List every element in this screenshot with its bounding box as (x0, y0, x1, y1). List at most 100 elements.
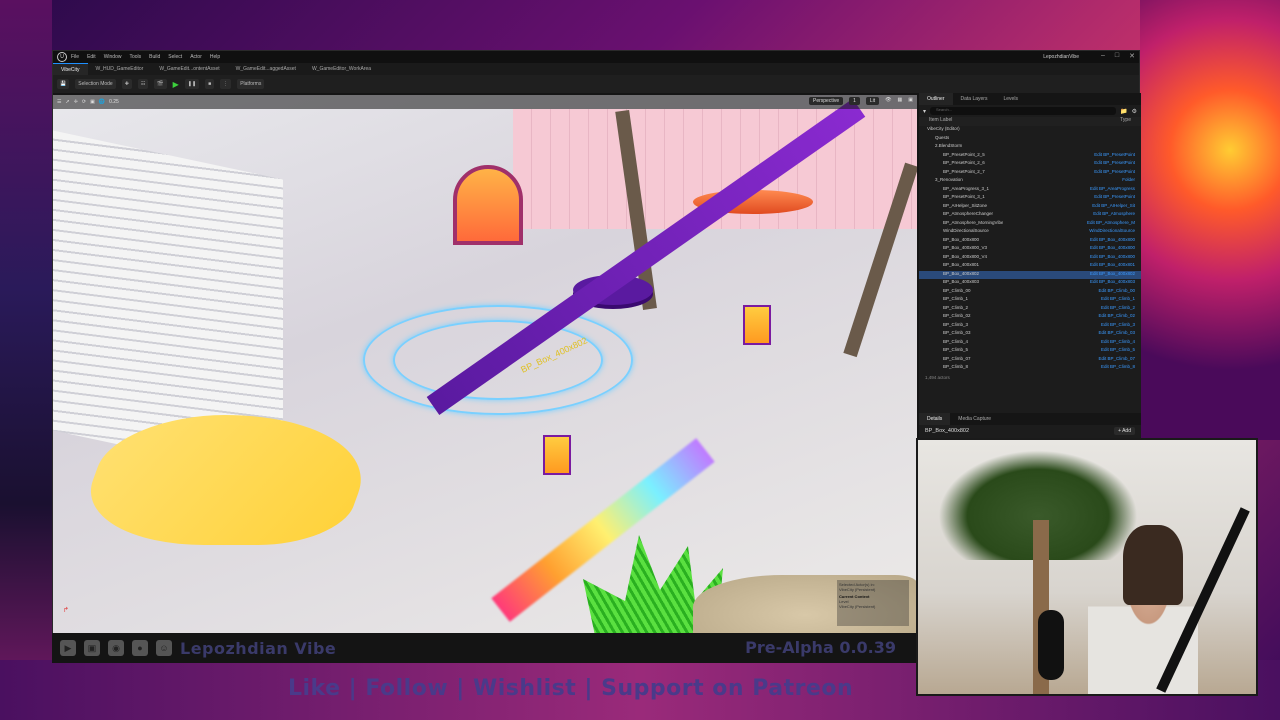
menu-tools[interactable]: Tools (129, 54, 141, 60)
menu-file[interactable]: File (71, 54, 79, 60)
tab-hud-editor[interactable]: W_HUD_GameEditor (88, 63, 152, 75)
rotate-tool-icon[interactable]: ⟳ (82, 99, 86, 105)
outliner-row-type[interactable]: Edit BP_Climb_00 (1098, 288, 1135, 297)
add-folder-icon[interactable]: 📁 (1120, 108, 1127, 115)
outliner-row[interactable]: BP_Climb_3 Edit BP_Climb_3 (919, 322, 1141, 331)
outliner-row-type[interactable]: Edit BP_Climb_1 (1101, 296, 1135, 305)
menu-help[interactable]: Help (210, 54, 220, 60)
add-actor-icon[interactable]: ✚ (121, 79, 132, 89)
outliner-row-type[interactable]: Edit BP_Climb_3 (1101, 322, 1135, 331)
pause-icon[interactable]: ❚❚ (184, 79, 200, 89)
outliner-row[interactable]: BP_PresetPoint_2_5 Edit BP_PresetPoint (919, 152, 1141, 161)
outliner-row[interactable]: BP_Climb_5 Edit BP_Climb_5 (919, 347, 1141, 356)
tab-work-area[interactable]: W_GameEditor_WorkArea (304, 63, 379, 75)
stop-icon[interactable]: ■ (205, 79, 215, 89)
details-actor-name[interactable]: BP_Box_400x802 (925, 428, 969, 434)
scale-tool-icon[interactable]: ▣ (90, 99, 95, 105)
snap-value[interactable]: 0.25 (109, 99, 119, 105)
outliner-row[interactable]: BP_AreaProgress_3_1 Edit BP_AreaProgress (919, 186, 1141, 195)
outliner-row[interactable]: BP_Box_400x802 Edit BP_Box_400x802 (919, 270, 1141, 280)
outliner-row[interactable]: Quests (919, 135, 1141, 144)
tab-outliner[interactable]: Outliner (919, 93, 953, 105)
outliner-row-type[interactable]: Edit BP_Climb_5 (1101, 347, 1135, 356)
save-icon[interactable]: 💾 (57, 79, 70, 89)
menu-window[interactable]: Window (104, 54, 122, 60)
outliner-row[interactable]: BP_Box_400x801 Edit BP_Box_400x801 (919, 262, 1141, 271)
type-header[interactable]: Type (1120, 117, 1131, 126)
perspective-dropdown[interactable]: Perspective (808, 97, 844, 105)
maximize-icon[interactable]: □ (1115, 52, 1119, 60)
blueprint-icon[interactable]: ☷ (137, 79, 149, 89)
outliner-row-type[interactable]: Edit BP_PresetPoint (1094, 160, 1135, 169)
play-options-icon[interactable]: ⋮ (220, 79, 232, 89)
tab-media-capture[interactable]: Media Capture (950, 413, 999, 425)
outliner-row-type[interactable]: Edit BP_Box_400x801 (1090, 262, 1135, 271)
play-icon[interactable]: ▶ (173, 80, 179, 89)
outliner-row[interactable]: BP_Climb_07 Edit BP_Climb_07 (919, 356, 1141, 365)
level-value[interactable]: VibeCity (Persistent) (839, 604, 907, 609)
level-viewport[interactable]: BP_Box_400x802 ☰ ➚ ✛ ⟳ ▣ 🌐 0.25 Perspect… (53, 95, 917, 634)
outliner-row-type[interactable]: Edit BP_AreaProgress (1090, 186, 1135, 195)
outliner-row-type[interactable]: Edit BP_Box_400x800 (1090, 237, 1135, 246)
outliner-row[interactable]: VibeCity (Editor) (919, 126, 1141, 135)
outliner-row[interactable]: BP_AIHelper_SitZone Edit BP_AIHelper_Sit (919, 203, 1141, 212)
selected-pillar[interactable] (543, 435, 571, 475)
item-label-header[interactable]: Item Label (929, 117, 952, 126)
outliner-row[interactable]: WindDirectionalSource WindDirectionalSour… (919, 228, 1141, 237)
outliner-row-type[interactable]: Edit BP_Climb_2 (1101, 305, 1135, 314)
outliner-row[interactable]: BP_Box_400x800_V3 Edit BP_Box_400x800 (919, 245, 1141, 254)
filter-icon[interactable]: ▾ (923, 108, 926, 115)
outliner-row-type[interactable]: WindDirectionalSource (1089, 228, 1135, 237)
minimize-icon[interactable]: – (1101, 52, 1105, 60)
outliner-row[interactable]: BP_AtmosphereChanger Edit BP_Atmosphere (919, 211, 1141, 220)
outliner-row[interactable]: 2.BlendStorm (919, 143, 1141, 152)
outliner-row-type[interactable]: Edit BP_Climb_03 (1098, 330, 1135, 339)
outliner-row[interactable]: BP_Climb_4 Edit BP_Climb_4 (919, 339, 1141, 348)
tab-tagged-asset[interactable]: W_GameEdit...aggedAsset (228, 63, 304, 75)
outliner-row[interactable]: BP_Climb_2 Edit BP_Climb_2 (919, 305, 1141, 314)
tab-details[interactable]: Details (919, 413, 951, 425)
tab-vibecity[interactable]: VibeCity (53, 63, 88, 75)
outliner-row[interactable]: BP_Atmosphere_MorningVibe Edit BP_Atmosph… (919, 220, 1141, 229)
outliner-row-type[interactable]: Edit BP_PresetPoint (1094, 152, 1135, 161)
unreal-logo-icon[interactable]: U (57, 52, 67, 62)
outliner-row-type[interactable]: Edit BP_PresetPoint (1094, 194, 1135, 203)
outliner-row[interactable]: BP_Box_400x800_V4 Edit BP_Box_400x800 (919, 254, 1141, 263)
settings-icon[interactable]: ⚙ (1132, 108, 1137, 115)
outliner-row[interactable]: BP_PresetPoint_3_1 Edit BP_PresetPoint (919, 194, 1141, 203)
menu-build[interactable]: Build (149, 54, 160, 60)
outliner-row-type[interactable]: Edit BP_Box_400x803 (1090, 279, 1135, 288)
lit-dropdown[interactable]: Lit (865, 97, 880, 105)
outliner-row[interactable]: BP_PresetPoint_2_7 Edit BP_PresetPoint (919, 169, 1141, 178)
outliner-row[interactable]: BP_Climb_00 Edit BP_Climb_00 (919, 288, 1141, 297)
outliner-row-type[interactable]: Edit BP_PresetPoint (1094, 169, 1135, 178)
outliner-row-type[interactable]: Edit BP_Climb_02 (1098, 313, 1135, 322)
outliner-row[interactable]: BP_Climb_03 Edit BP_Climb_03 (919, 330, 1141, 339)
outliner-row[interactable]: BP_Box_400x803 Edit BP_Box_400x803 (919, 279, 1141, 288)
menu-select[interactable]: Select (168, 54, 182, 60)
outliner-row[interactable]: BP_Climb_02 Edit BP_Climb_02 (919, 313, 1141, 322)
platforms-dropdown[interactable]: Platforms (237, 79, 265, 89)
outliner-row-type[interactable]: Edit BP_Climb_07 (1098, 356, 1135, 365)
close-icon[interactable]: ✕ (1129, 52, 1135, 60)
cinematics-icon[interactable]: 🎬 (154, 79, 167, 89)
outliner-row[interactable]: BP_PresetPoint_2_6 Edit BP_PresetPoint (919, 160, 1141, 169)
select-tool-icon[interactable]: ➚ (65, 99, 69, 105)
menu-edit[interactable]: Edit (87, 54, 96, 60)
grid-icon[interactable]: ▦ (898, 97, 903, 105)
outliner-row-type[interactable]: Edit BP_Atmosphere_M (1087, 220, 1135, 229)
add-component-button[interactable]: + Add (1114, 427, 1135, 435)
selection-mode-dropdown[interactable]: Selection Mode (75, 79, 116, 89)
maximize-viewport-icon[interactable]: ▣ (908, 97, 913, 105)
outliner-row-type[interactable]: Edit BP_Box_400x800 (1090, 245, 1135, 254)
outliner-search-input[interactable]: Search... (930, 107, 1117, 115)
outliner-row-type[interactable]: Edit BP_Box_400x802 (1090, 271, 1135, 280)
move-tool-icon[interactable]: ✛ (74, 99, 78, 105)
outliner-row-type[interactable]: Folder (1122, 177, 1135, 186)
outliner-row-type[interactable]: Edit BP_Climb_8 (1101, 364, 1135, 373)
menu-actor[interactable]: Actor (190, 54, 202, 60)
outliner-row-type[interactable]: Edit BP_Box_400x800 (1090, 254, 1135, 263)
tab-data-layers[interactable]: Data Layers (953, 93, 996, 105)
outliner-row[interactable]: BP_Climb_1 Edit BP_Climb_1 (919, 296, 1141, 305)
show-flags-icon[interactable]: 👁 (885, 97, 891, 105)
